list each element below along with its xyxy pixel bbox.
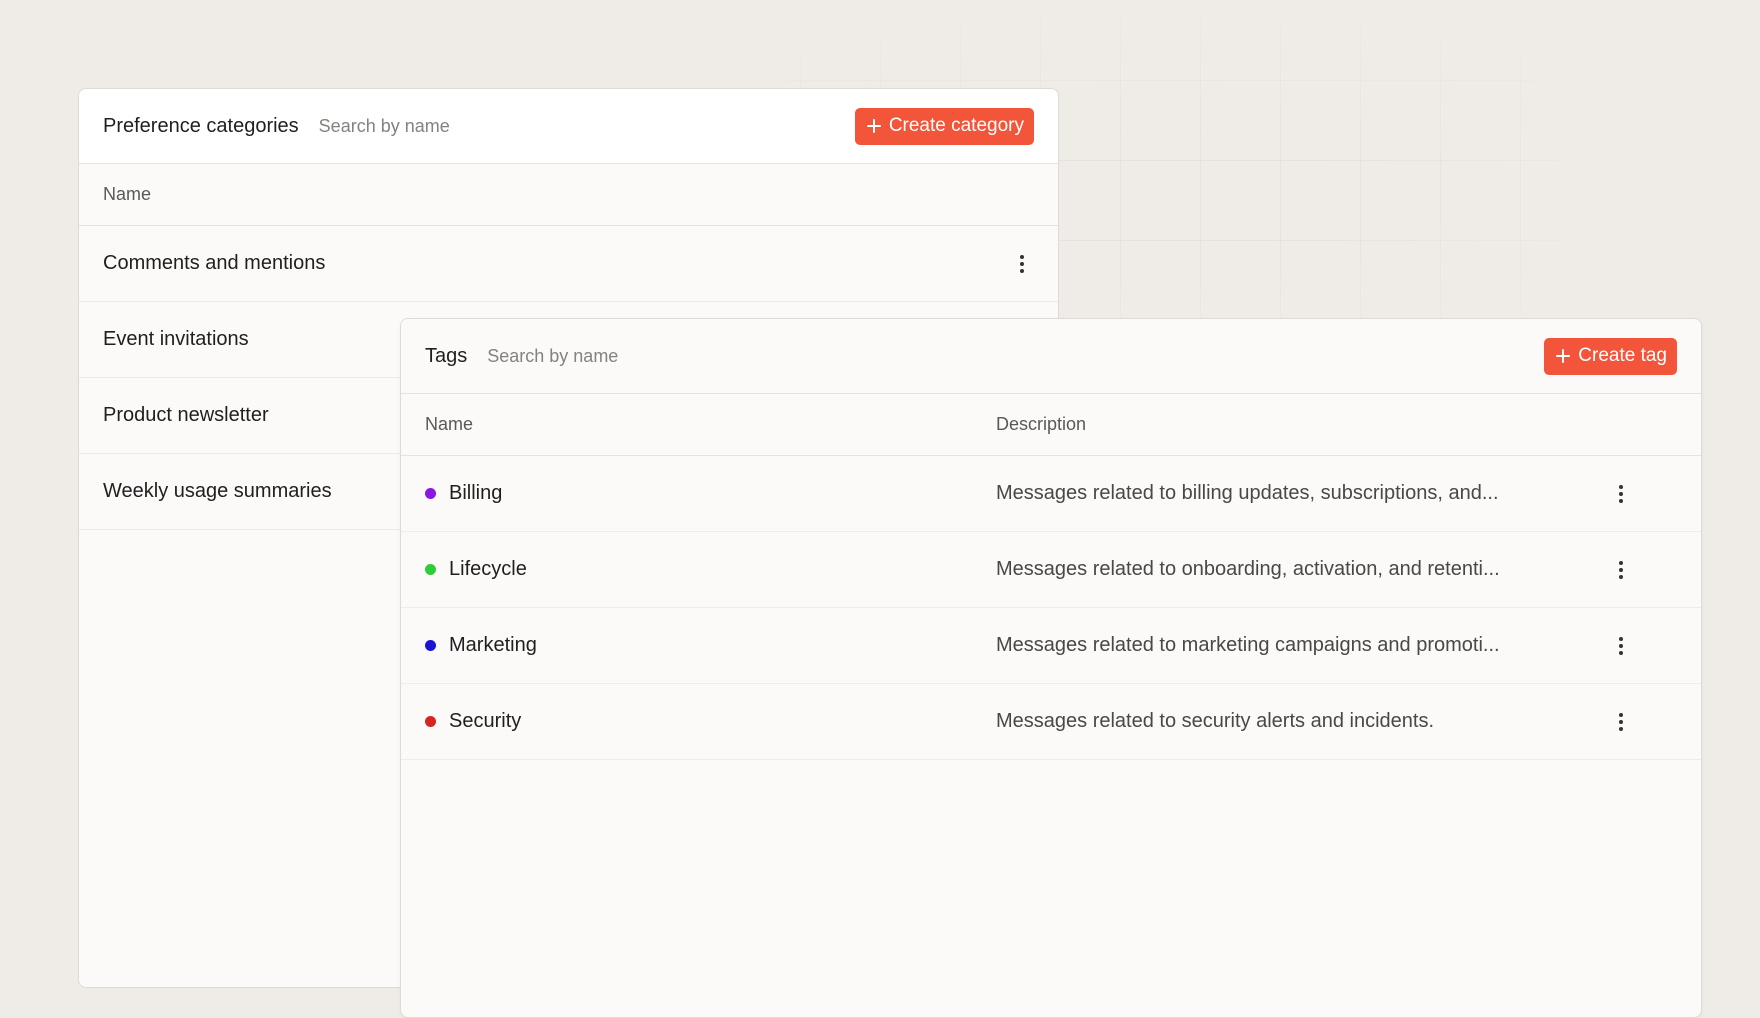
tag-row[interactable]: Lifecycle Messages related to onboarding… <box>401 532 1701 608</box>
tags-column-description: Description <box>996 414 1087 434</box>
tag-description: Messages related to billing updates, sub… <box>996 482 1499 504</box>
kebab-menu-icon[interactable] <box>1609 707 1633 737</box>
kebab-menu-icon[interactable] <box>1609 631 1633 661</box>
tags-column-header: Name Description <box>401 394 1701 456</box>
create-tag-button[interactable]: Create tag <box>1544 337 1677 375</box>
tag-name: Billing <box>449 482 503 504</box>
kebab-menu-icon[interactable] <box>1010 249 1034 279</box>
tag-color-dot <box>425 564 436 575</box>
kebab-menu-icon[interactable] <box>1609 479 1633 509</box>
tag-name-cell: Lifecycle <box>425 558 996 581</box>
create-category-button[interactable]: Create category <box>854 107 1034 145</box>
tag-description: Messages related to security alerts and … <box>996 710 1434 732</box>
tag-color-dot <box>425 716 436 727</box>
plus-icon <box>866 119 881 133</box>
tag-color-dot <box>425 640 436 651</box>
categories-header: Preference categories Create category <box>79 89 1058 164</box>
categories-search-input[interactable] <box>318 111 559 141</box>
tag-color-dot <box>425 488 436 499</box>
tag-name-cell: Billing <box>425 482 996 505</box>
tags-header: Tags Create tag <box>401 319 1701 394</box>
plus-icon <box>1556 349 1571 363</box>
tag-row[interactable]: Marketing Messages related to marketing … <box>401 608 1701 684</box>
tag-name: Security <box>449 710 522 732</box>
categories-column-name: Name <box>103 184 152 204</box>
tags-column-name: Name <box>425 414 474 434</box>
tag-name: Marketing <box>449 634 537 656</box>
tag-row[interactable]: Billing Messages related to billing upda… <box>401 456 1701 532</box>
tags-title: Tags <box>425 344 468 367</box>
create-tag-label: Create tag <box>1578 345 1667 366</box>
category-name: Comments and mentions <box>103 252 326 274</box>
category-row[interactable]: Comments and mentions <box>79 226 1058 302</box>
categories-column-header: Name <box>79 164 1058 226</box>
tag-description: Messages related to marketing campaigns … <box>996 634 1500 656</box>
tags-panel: Tags Create tag Name Description Billing… <box>400 318 1702 1018</box>
categories-title: Preference categories <box>103 114 299 137</box>
tags-search-input[interactable] <box>487 341 728 371</box>
tag-row[interactable]: Security Messages related to security al… <box>401 684 1701 760</box>
create-category-label: Create category <box>888 115 1024 136</box>
kebab-menu-icon[interactable] <box>1609 555 1633 585</box>
tag-description: Messages related to onboarding, activati… <box>996 558 1500 580</box>
tag-name-cell: Security <box>425 710 996 733</box>
tag-name: Lifecycle <box>449 558 527 580</box>
tag-name-cell: Marketing <box>425 634 996 657</box>
